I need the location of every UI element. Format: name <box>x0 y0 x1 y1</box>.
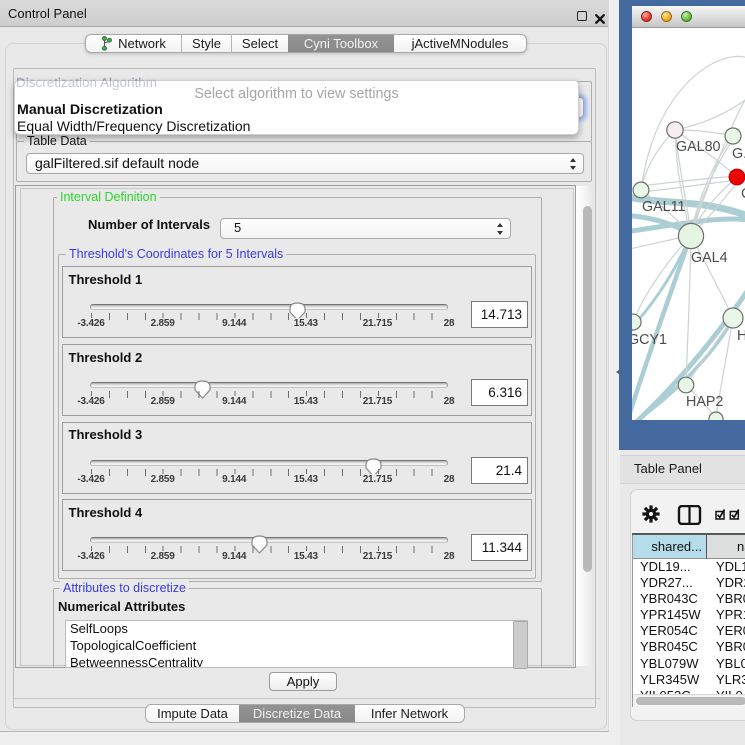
svg-text:C: C <box>741 186 745 202</box>
svg-text:G.: G. <box>732 146 745 162</box>
svg-text:H: H <box>737 328 745 344</box>
svg-text:GAL4: GAL4 <box>691 250 728 266</box>
svg-text:GAL80: GAL80 <box>676 139 721 155</box>
svg-text:GCY1: GCY1 <box>632 332 667 348</box>
svg-text:GAL11: GAL11 <box>642 199 685 215</box>
svg-text:HAP2: HAP2 <box>686 394 723 410</box>
